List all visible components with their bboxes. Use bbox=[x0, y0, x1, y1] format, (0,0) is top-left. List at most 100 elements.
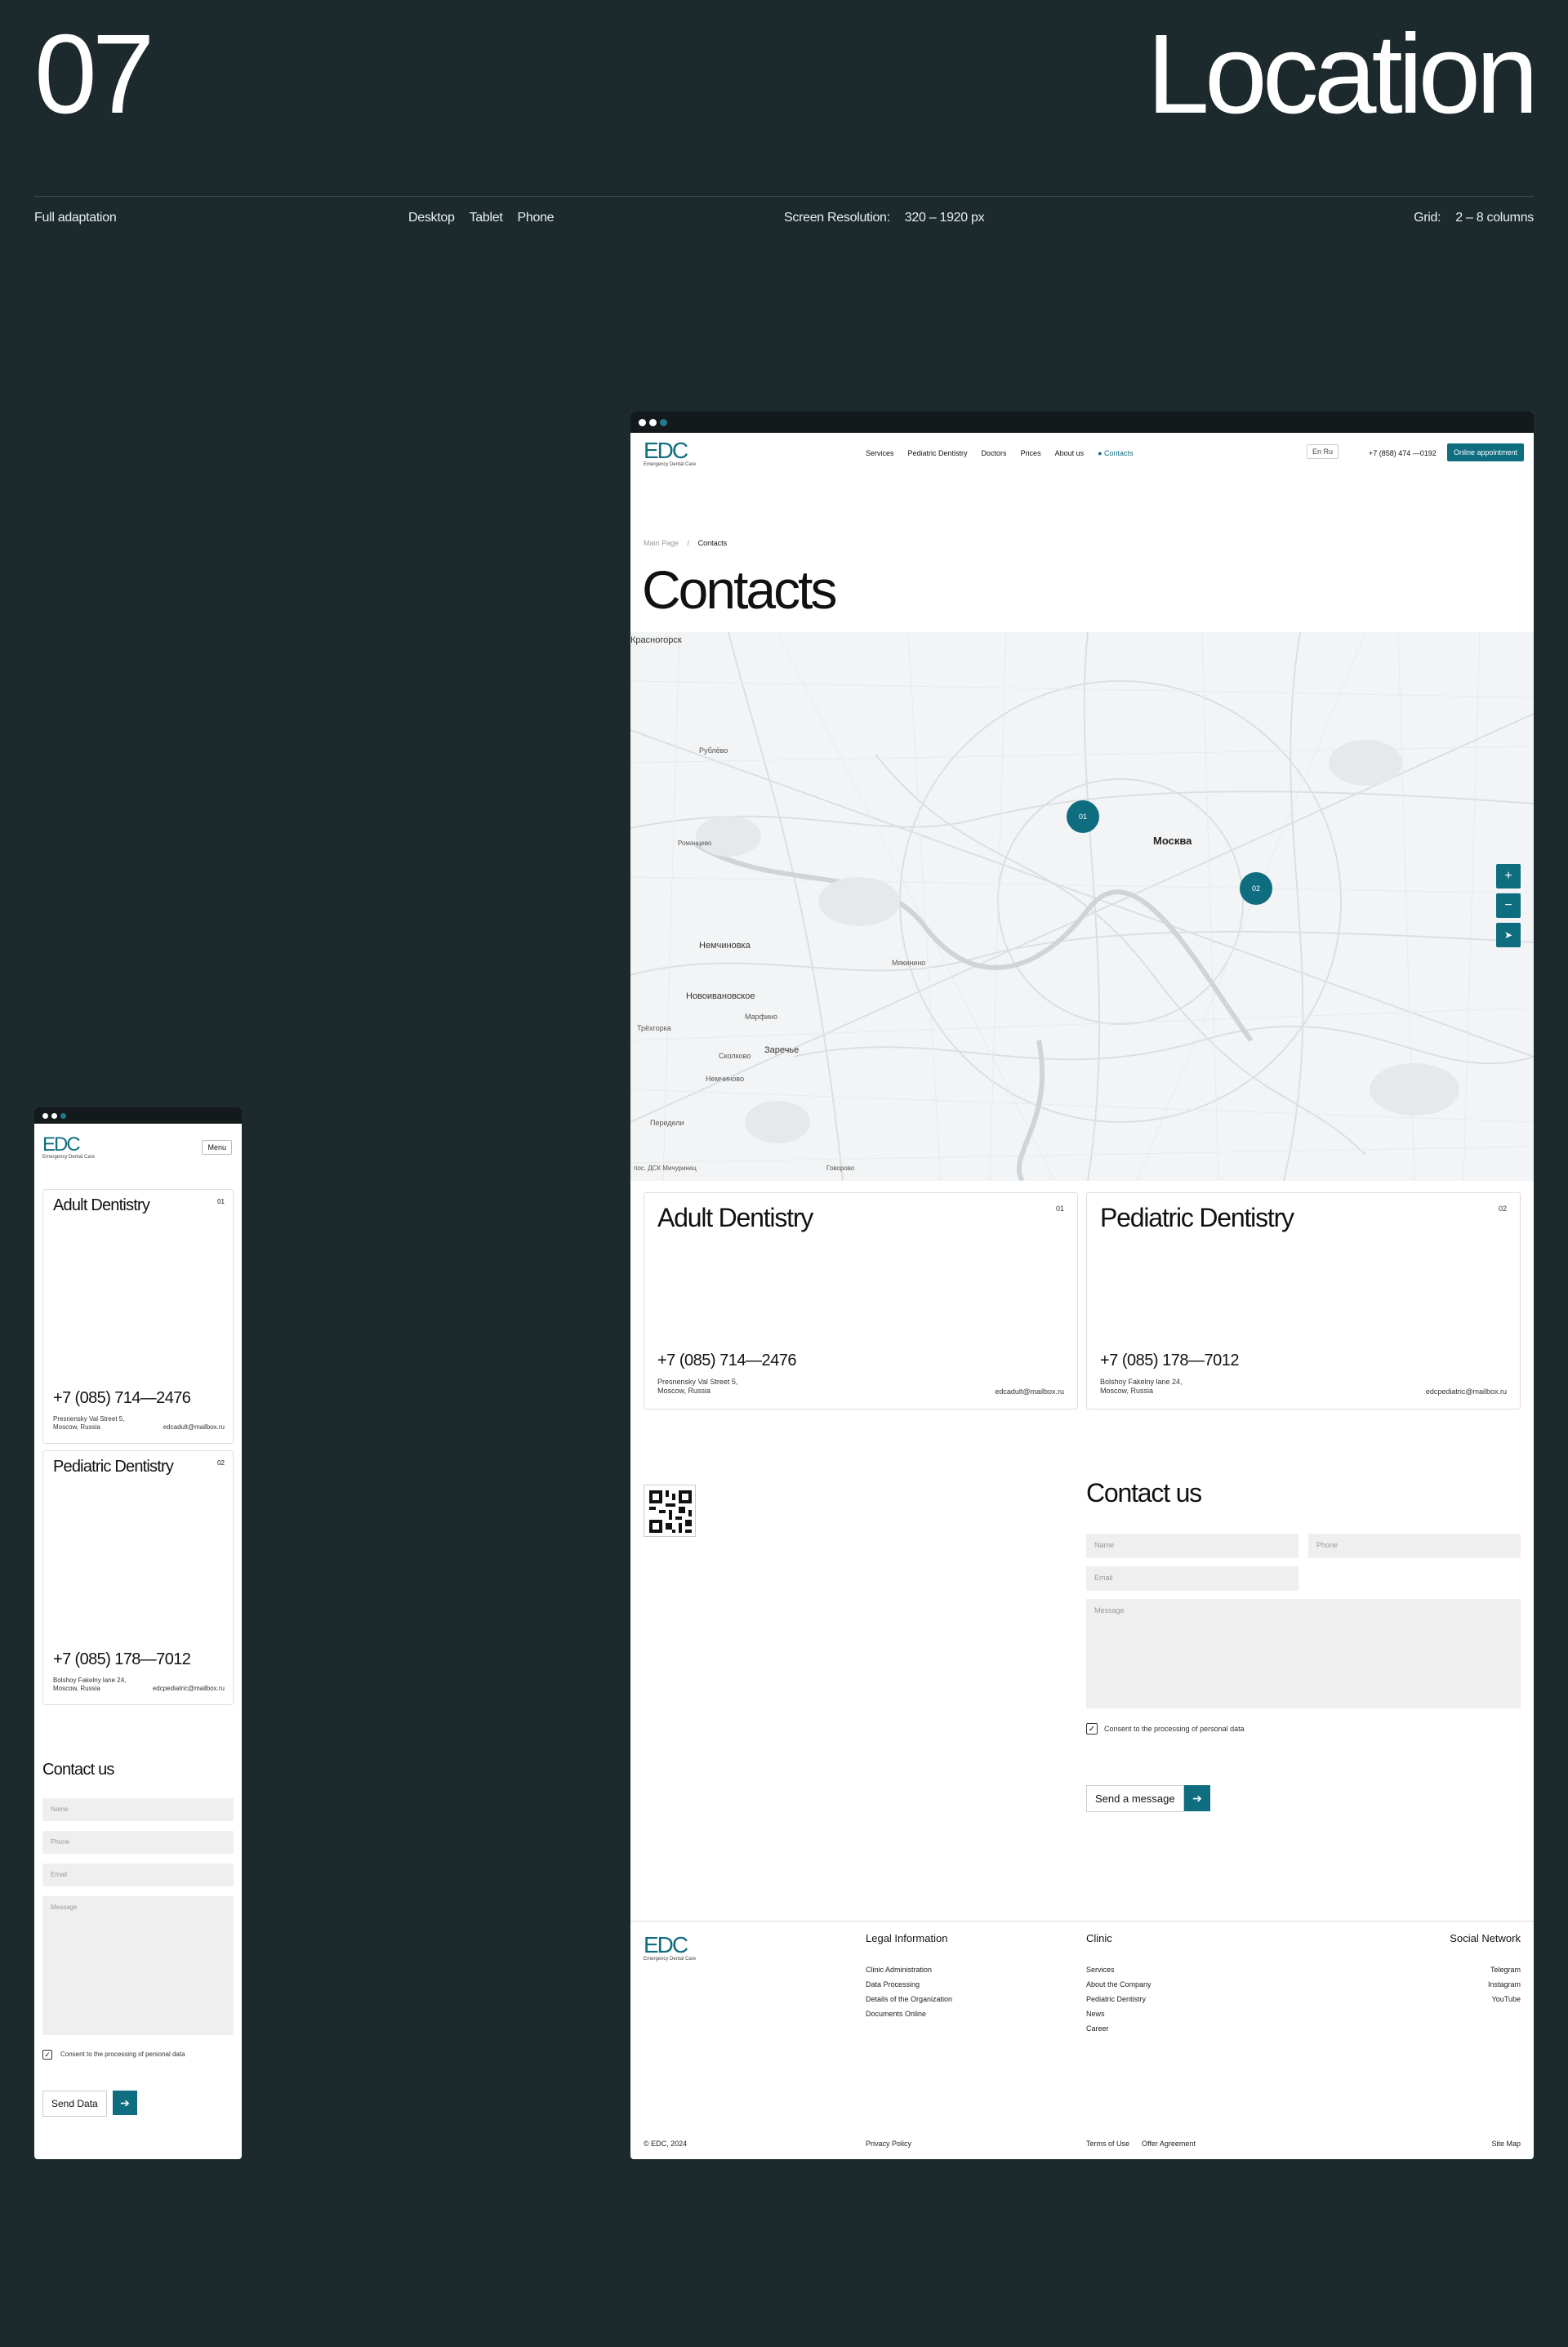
clinic-phone[interactable]: +7 (085) 178—7012 bbox=[1100, 1352, 1239, 1370]
arrow-right-icon[interactable]: ➔ bbox=[113, 2091, 137, 2115]
logo-tagline: Emergency Dental Care bbox=[42, 1155, 96, 1160]
name-field[interactable]: Name bbox=[1086, 1534, 1298, 1558]
logo[interactable]: EDC Emergency Dental Care bbox=[42, 1135, 95, 1160]
resolution-value: 320 – 1920 px bbox=[904, 211, 985, 225]
message-field[interactable]: Message bbox=[1086, 1599, 1521, 1708]
map-city-label: Москва bbox=[1153, 835, 1192, 847]
footer-link[interactable]: Clinic Administration bbox=[866, 1962, 952, 1977]
logo-tagline: Emergency Dental Care bbox=[644, 1957, 697, 1962]
window-dot bbox=[639, 418, 646, 426]
clinic-address: Presnensky Val Street 5, Moscow, Russia bbox=[657, 1378, 737, 1396]
footer-link[interactable]: News bbox=[1086, 2006, 1152, 2021]
offer-link[interactable]: Offer Agreement bbox=[1142, 2136, 1196, 2151]
clinic-number: 01 bbox=[217, 1198, 225, 1205]
nav-about[interactable]: About us bbox=[1055, 449, 1085, 457]
device-tablet: Tablet bbox=[469, 211, 503, 225]
map-pin-pediatric[interactable]: 02 bbox=[1240, 872, 1272, 905]
terms-link[interactable]: Terms of Use bbox=[1086, 2136, 1129, 2151]
clinic-title: Pediatric Dentistry bbox=[1100, 1203, 1294, 1232]
clinic-email[interactable]: edcpediatric@mailbox.ru bbox=[1426, 1387, 1507, 1396]
language-switch[interactable]: En Ru bbox=[1307, 444, 1339, 459]
contact-title: Contact us bbox=[1086, 1478, 1202, 1508]
divider bbox=[34, 196, 1534, 197]
footer-heading: Clinic bbox=[1086, 1932, 1112, 1944]
send-message-button[interactable]: Send a message bbox=[1086, 1785, 1184, 1812]
send-data-button[interactable]: Send Data bbox=[42, 2091, 107, 2117]
clinic-number: 02 bbox=[1498, 1205, 1507, 1213]
consent-label: Consent to the processing of personal da… bbox=[60, 2051, 185, 2058]
header-phone[interactable]: +7 (858) 474 —0192 bbox=[1369, 449, 1437, 457]
map-label: Мякинино bbox=[892, 959, 926, 967]
map-label: пос. ДСК Мичуринец bbox=[634, 1165, 697, 1172]
map-label: Сколково bbox=[719, 1052, 751, 1060]
menu-button[interactable]: Menu bbox=[202, 1140, 232, 1155]
consent-checkbox[interactable]: ✓ bbox=[42, 2050, 52, 2060]
clinic-email[interactable]: edcadult@mailbox.ru bbox=[995, 1387, 1064, 1396]
email-field[interactable]: Email bbox=[42, 1864, 234, 1886]
footer-social: Social Network Telegram Instagram YouTub… bbox=[1450, 1932, 1521, 2006]
clinic-address-line: Presnensky Val Street 5, bbox=[53, 1415, 125, 1423]
clinic-address: Presnensky Val Street 5, Moscow, Russia bbox=[53, 1415, 124, 1432]
arrow-right-icon[interactable]: ➔ bbox=[1184, 1785, 1210, 1811]
clinic-address-line: Moscow, Russia bbox=[53, 1423, 100, 1431]
clinic-email[interactable]: edcadult@mailbox.ru bbox=[163, 1423, 225, 1432]
clinic-email[interactable]: edcpediatric@mailbox.ru bbox=[153, 1685, 225, 1693]
footer-link[interactable]: About the Company bbox=[1086, 1977, 1152, 1992]
contact-title: Contact us bbox=[42, 1761, 114, 1779]
online-appointment-button[interactable]: Online appointment bbox=[1447, 443, 1525, 461]
email-field[interactable]: Email bbox=[1086, 1566, 1298, 1591]
phone-field[interactable]: Phone bbox=[42, 1831, 234, 1854]
nav-pediatric[interactable]: Pediatric Dentistry bbox=[908, 449, 968, 457]
footer-link[interactable]: Pediatric Dentistry bbox=[1086, 1992, 1152, 2006]
footer-link-telegram[interactable]: Telegram bbox=[1450, 1962, 1521, 1977]
clinic-phone[interactable]: +7 (085) 178—7012 bbox=[53, 1650, 191, 1669]
footer-divider bbox=[630, 1921, 1534, 1922]
grid-info: Grid: 2 – 8 columns bbox=[1414, 211, 1534, 225]
footer-link-instagram[interactable]: Instagram bbox=[1450, 1977, 1521, 1992]
clinic-card-adult: Adult Dentistry 01 +7 (085) 714—2476 Pre… bbox=[644, 1192, 1078, 1410]
map-label: Заречье bbox=[764, 1045, 800, 1055]
breadcrumb-sep: / bbox=[687, 539, 690, 547]
message-field[interactable]: Message bbox=[42, 1896, 234, 2035]
map-label: Рублёво bbox=[699, 746, 728, 755]
clinic-address: Bolshoy Fakelny lane 24, Moscow, Russia bbox=[53, 1677, 126, 1693]
consent-checkbox[interactable]: ✓ bbox=[1086, 1723, 1098, 1735]
map[interactable]: Красногорск Немчиновка Новоивановское За… bbox=[630, 632, 1534, 1181]
breadcrumb-home[interactable]: Main Page bbox=[644, 539, 679, 547]
sitemap-link[interactable]: Site Map bbox=[1491, 2136, 1521, 2151]
footer-link[interactable]: Services bbox=[1086, 1962, 1152, 1977]
name-field[interactable]: Name bbox=[42, 1798, 234, 1821]
locate-icon[interactable]: ➤ bbox=[1496, 923, 1521, 947]
nav-doctors[interactable]: Doctors bbox=[982, 449, 1007, 457]
breadcrumb: Main Page / Contacts bbox=[644, 539, 727, 547]
clinic-address-line: Bolshoy Fakelny lane 24, bbox=[1100, 1378, 1183, 1386]
footer-link[interactable]: Data Processing bbox=[866, 1977, 952, 1992]
footer-link[interactable]: Career bbox=[1086, 2021, 1152, 2036]
privacy-link[interactable]: Privacy Policy bbox=[866, 2136, 911, 2151]
zoom-in-button[interactable]: + bbox=[1496, 864, 1521, 888]
footer-link-youtube[interactable]: YouTube bbox=[1450, 1992, 1521, 2006]
nav-services[interactable]: Services bbox=[866, 449, 894, 457]
clinic-phone[interactable]: +7 (085) 714—2476 bbox=[53, 1389, 191, 1408]
footer-logo[interactable]: EDC Emergency Dental Care bbox=[644, 1934, 696, 1962]
adaptation-label: Full adaptation bbox=[34, 211, 117, 225]
window-dot bbox=[60, 1112, 66, 1119]
nav-prices[interactable]: Prices bbox=[1021, 449, 1041, 457]
footer-heading: Legal Information bbox=[866, 1932, 948, 1944]
footer-link[interactable]: Details of the Organization bbox=[866, 1992, 952, 2006]
map-label: Новоивановское bbox=[686, 991, 755, 1001]
breadcrumb-current: Contacts bbox=[697, 539, 728, 547]
logo[interactable]: EDC Emergency Dental Care bbox=[644, 439, 697, 468]
clinic-phone[interactable]: +7 (085) 714—2476 bbox=[657, 1352, 796, 1370]
desktop-window: EDC Emergency Dental Care Services Pedia… bbox=[630, 412, 1534, 2159]
grid-label: Grid: bbox=[1414, 211, 1441, 225]
clinic-number: 02 bbox=[217, 1459, 225, 1467]
map-pin-adult[interactable]: 01 bbox=[1067, 800, 1099, 833]
logo-tagline: Emergency Dental Care bbox=[644, 462, 697, 467]
footer-link[interactable]: Documents Online bbox=[866, 2006, 952, 2021]
map-label: Трёхгорка bbox=[637, 1024, 671, 1032]
clinic-address-line: Moscow, Russia bbox=[1100, 1387, 1154, 1396]
nav-contacts[interactable]: ● Contacts bbox=[1098, 449, 1133, 457]
zoom-out-button[interactable]: − bbox=[1496, 893, 1521, 918]
phone-field[interactable]: Phone bbox=[1308, 1534, 1521, 1558]
